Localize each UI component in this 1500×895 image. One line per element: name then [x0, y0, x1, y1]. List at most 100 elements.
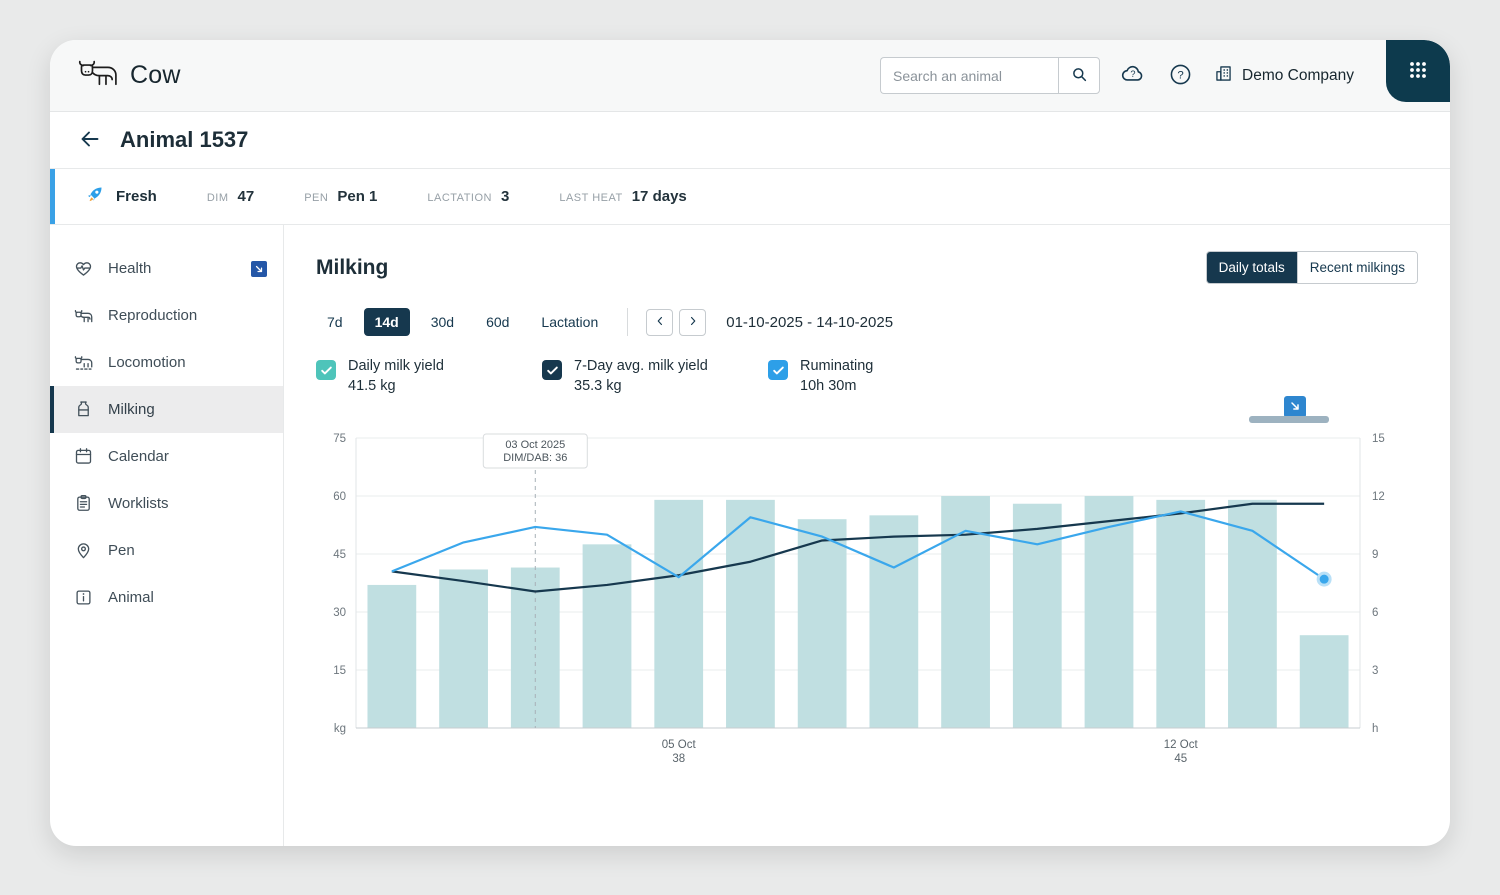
sidebar-item-health[interactable]: Health [50, 245, 283, 292]
app-name: Cow [130, 61, 181, 89]
chart-scroll-handle[interactable] [1249, 416, 1329, 423]
cloud-question-icon: ? [1120, 61, 1146, 90]
stat-last-heat: LAST HEAT 17 days [559, 188, 687, 205]
topbar: Cow ? [50, 40, 1450, 112]
svg-text:3: 3 [1372, 665, 1378, 677]
svg-text:DIM/DAB: 36: DIM/DAB: 36 [503, 452, 567, 464]
app-grid-icon [1408, 60, 1428, 83]
cow-logo-icon [76, 58, 120, 93]
legend-daily-milk-yield: Daily milk yield 41.5 kg [316, 358, 494, 394]
calendar-icon [72, 446, 94, 467]
expand-arrow-icon [1289, 400, 1301, 415]
help-button[interactable]: ? [1166, 60, 1195, 92]
company-name: Demo Company [1242, 66, 1354, 84]
sidebar-item-worklists[interactable]: Worklists [50, 480, 283, 527]
checkbox-avg-milk-yield[interactable] [542, 360, 562, 380]
svg-text:05 Oct: 05 Oct [662, 739, 697, 751]
health-icon [72, 258, 94, 279]
sidebar-item-label: Health [108, 260, 152, 277]
tab-recent-milkings[interactable]: Recent milkings [1296, 252, 1417, 283]
date-range-label: 01-10-2025 - 14-10-2025 [726, 313, 894, 331]
svg-text:60: 60 [333, 491, 346, 503]
svg-text:15: 15 [1372, 433, 1385, 445]
view-toggle: Daily totals Recent milkings [1205, 251, 1418, 284]
app-logo: Cow [76, 58, 181, 93]
state-label: Fresh [116, 188, 157, 205]
sidebar-item-calendar[interactable]: Calendar [50, 433, 283, 480]
next-period-button[interactable] [679, 308, 707, 336]
milking-icon [72, 399, 94, 420]
svg-text:15: 15 [333, 665, 346, 677]
cloud-sync-button[interactable]: ? [1118, 59, 1148, 92]
svg-text:6: 6 [1372, 607, 1378, 619]
svg-text:?: ? [1130, 69, 1135, 79]
svg-text:38: 38 [672, 753, 685, 765]
sidebar-item-label: Milking [108, 401, 155, 418]
sidebar-item-label: Worklists [108, 495, 169, 512]
company-icon [1213, 63, 1234, 89]
search-button[interactable] [1058, 57, 1100, 94]
stat-dim: DIM 47 [206, 188, 255, 205]
sidebar-item-label: Animal [108, 589, 154, 606]
chevron-left-icon [653, 314, 667, 331]
page-header: Animal 1537 [50, 112, 1450, 169]
svg-text:12: 12 [1372, 491, 1385, 503]
animal-search [880, 57, 1100, 94]
animal-icon [72, 587, 94, 608]
worklists-icon [72, 493, 94, 514]
divider [627, 308, 629, 336]
chart-tools [316, 396, 1418, 426]
app-window: Cow ? [50, 40, 1450, 846]
sidebar-item-label: Calendar [108, 448, 169, 465]
page-title: Animal 1537 [120, 127, 249, 152]
checkbox-daily-milk-yield[interactable] [316, 360, 336, 380]
section-title: Milking [316, 255, 389, 279]
sidebar-item-locomotion[interactable]: Locomotion [50, 339, 283, 386]
sidebar-item-animal[interactable]: Animal [50, 574, 283, 621]
sidebar-item-label: Pen [108, 542, 135, 559]
pen-icon [72, 540, 94, 561]
status-bar: Fresh DIM 47 PEN Pen 1 LACTATION 3 LAST … [50, 169, 1450, 225]
chart-legend: Daily milk yield 41.5 kg 7-Day avg. milk… [316, 358, 1418, 394]
chart-expand-button[interactable] [1284, 396, 1306, 418]
sidebar: Health Reproduction Locomotion Milking C… [50, 225, 284, 846]
company-menu[interactable]: Demo Company [1213, 63, 1354, 89]
sidebar-item-pen[interactable]: Pen [50, 527, 283, 574]
stat-pen: PEN Pen 1 [304, 188, 378, 205]
reproduction-icon [72, 305, 94, 326]
svg-text:03 Oct 2025: 03 Oct 2025 [505, 439, 565, 451]
legend-ruminating: Ruminating 10h 30m [768, 358, 946, 394]
svg-text:45: 45 [333, 549, 346, 561]
range-controls: 7d 14d 30d 60d Lactation 01-10-2025 - 14… [316, 308, 1418, 336]
prev-period-button[interactable] [646, 308, 674, 336]
sidebar-item-reproduction[interactable]: Reproduction [50, 292, 283, 339]
svg-text:30: 30 [333, 607, 346, 619]
back-arrow-icon [78, 127, 102, 154]
tab-30d[interactable]: 30d [420, 308, 465, 336]
search-icon [1070, 65, 1089, 87]
back-button[interactable] [78, 127, 102, 154]
svg-text:9: 9 [1372, 549, 1378, 561]
milking-chart[interactable]: 15 30 45 60 75 3 6 9 12 15 kg h 05 Oct 38 12 Oct 45 03 O… [316, 426, 1418, 776]
svg-text:h: h [1372, 723, 1378, 735]
app-launcher-button[interactable] [1386, 40, 1450, 102]
tab-lactation[interactable]: Lactation [530, 308, 609, 336]
rocket-icon [84, 184, 105, 210]
sidebar-item-label: Reproduction [108, 307, 198, 324]
svg-text:?: ? [1177, 69, 1183, 81]
tab-60d[interactable]: 60d [475, 308, 520, 336]
sidebar-item-label: Locomotion [108, 354, 186, 371]
milking-panel: Milking Daily totals Recent milkings 7d … [284, 225, 1450, 846]
tab-14d[interactable]: 14d [363, 308, 410, 336]
tab-7d[interactable]: 7d [316, 308, 354, 336]
checkbox-ruminating[interactable] [768, 360, 788, 380]
tab-daily-totals[interactable]: Daily totals [1206, 252, 1297, 283]
svg-text:kg: kg [334, 723, 346, 735]
legend-avg-milk-yield: 7-Day avg. milk yield 35.3 kg [542, 358, 720, 394]
search-input[interactable] [880, 57, 1058, 94]
stat-lactation: LACTATION 3 [427, 188, 510, 205]
svg-text:45: 45 [1174, 753, 1187, 765]
locomotion-icon [72, 352, 94, 373]
svg-text:12 Oct: 12 Oct [1164, 739, 1199, 751]
sidebar-item-milking[interactable]: Milking [50, 386, 283, 433]
